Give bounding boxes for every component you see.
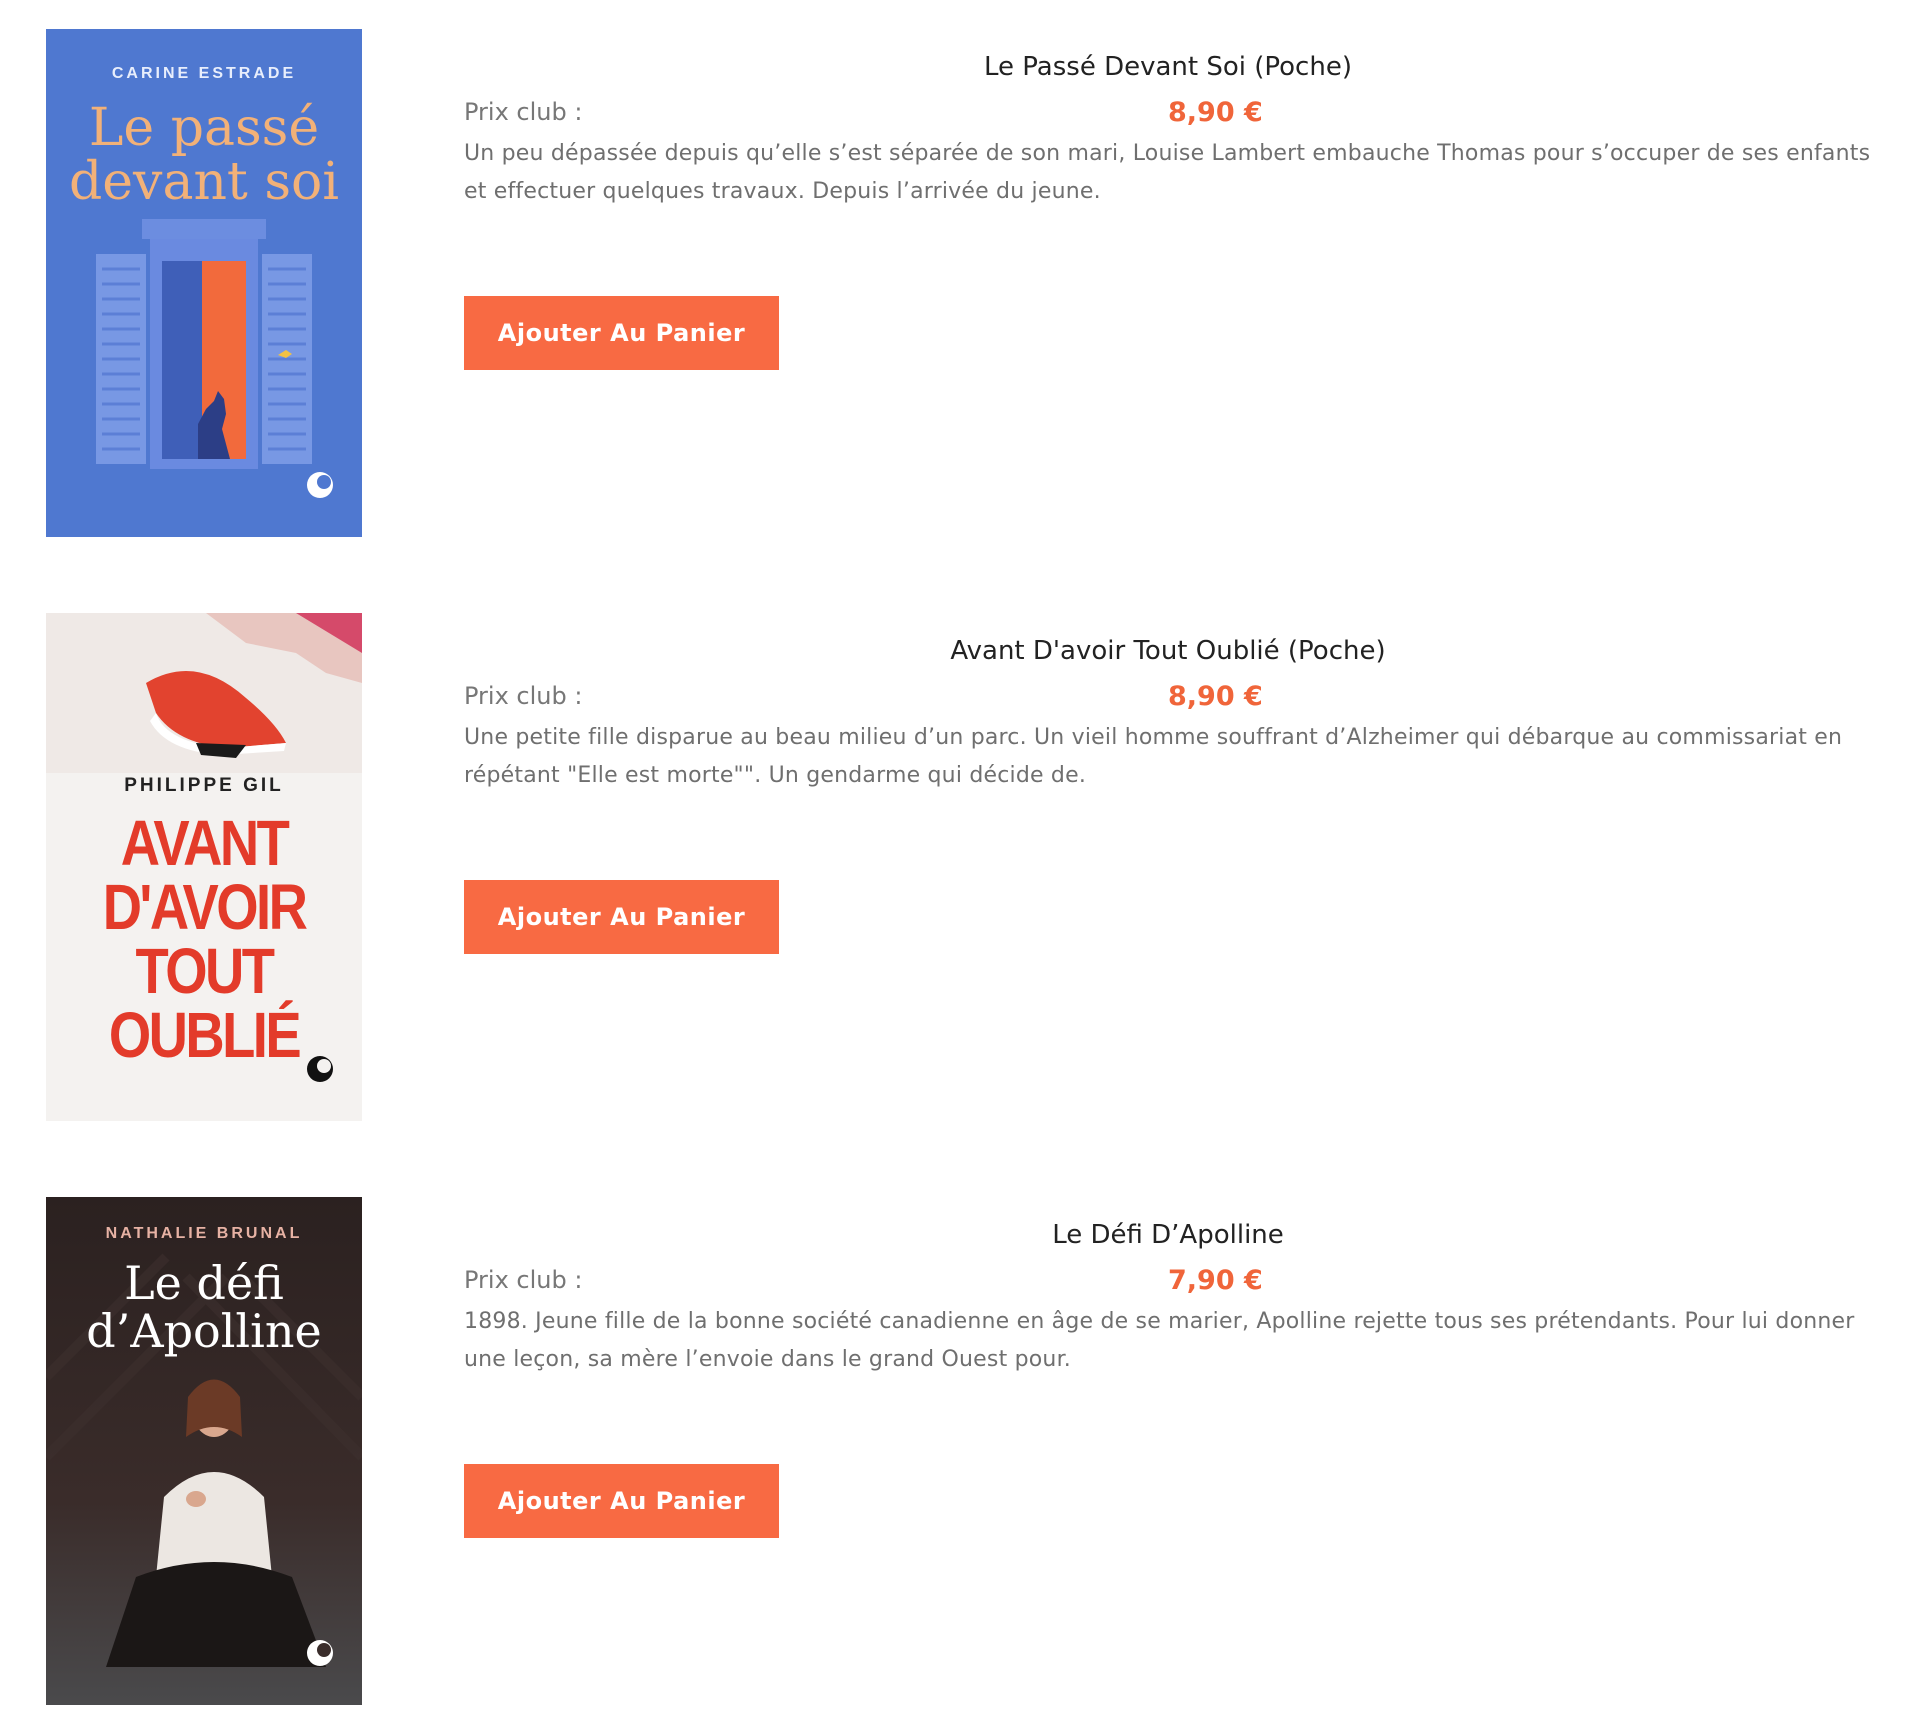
book-cover[interactable]: CARINE ESTRADE Le passé devant soi <box>46 29 362 537</box>
book-cover[interactable]: NATHALIE BRUNAL Le défi d’Apolline <box>46 1197 362 1705</box>
price-value: 8,90 € <box>1168 97 1263 128</box>
add-to-cart-button[interactable]: Ajouter Au Panier <box>464 1464 779 1538</box>
cover-author: PHILIPPE GIL <box>124 775 284 796</box>
product-item: NATHALIE BRUNAL Le défi d’Apolline Le Dé… <box>0 1168 1920 1705</box>
product-title[interactable]: Avant D'avoir Tout Oublié (Poche) <box>464 636 1872 666</box>
product-item: PHILIPPE GIL AVANT D'AVOIR TOUT OUBLIÉ A… <box>0 584 1920 1121</box>
publisher-logo <box>304 469 340 513</box>
product-description: Une petite fille disparue au beau milieu… <box>464 725 1843 788</box>
price-value: 8,90 € <box>1168 681 1263 712</box>
cover-title: Le défi d’Apolline <box>86 1256 322 1358</box>
book-cover[interactable]: PHILIPPE GIL AVANT D'AVOIR TOUT OUBLIÉ <box>46 613 362 1121</box>
price-label: Prix club : <box>464 98 583 126</box>
product-title[interactable]: Le Passé Devant Soi (Poche) <box>464 52 1872 82</box>
product-item: CARINE ESTRADE Le passé devant soi Le Pa… <box>0 0 1920 537</box>
product-description: 1898. Jeune fille de la bonne société ca… <box>464 1309 1855 1372</box>
price-value: 7,90 € <box>1168 1265 1263 1296</box>
add-to-cart-button[interactable]: Ajouter Au Panier <box>464 296 779 370</box>
publisher-logo <box>304 1053 340 1097</box>
shoe-illustration <box>46 613 362 773</box>
cover-title: AVANT D'AVOIR TOUT OUBLIÉ <box>102 807 308 1071</box>
product-description: Un peu dépassée depuis qu’elle s’est sép… <box>464 141 1871 204</box>
window-illustration <box>96 219 312 469</box>
add-to-cart-button[interactable]: Ajouter Au Panier <box>464 880 779 954</box>
price-label: Prix club : <box>464 1266 583 1294</box>
product-title[interactable]: Le Défi D’Apolline <box>464 1220 1872 1250</box>
price-label: Prix club : <box>464 682 583 710</box>
publisher-logo <box>304 1637 340 1681</box>
cover-author: NATHALIE BRUNAL <box>105 1225 303 1242</box>
